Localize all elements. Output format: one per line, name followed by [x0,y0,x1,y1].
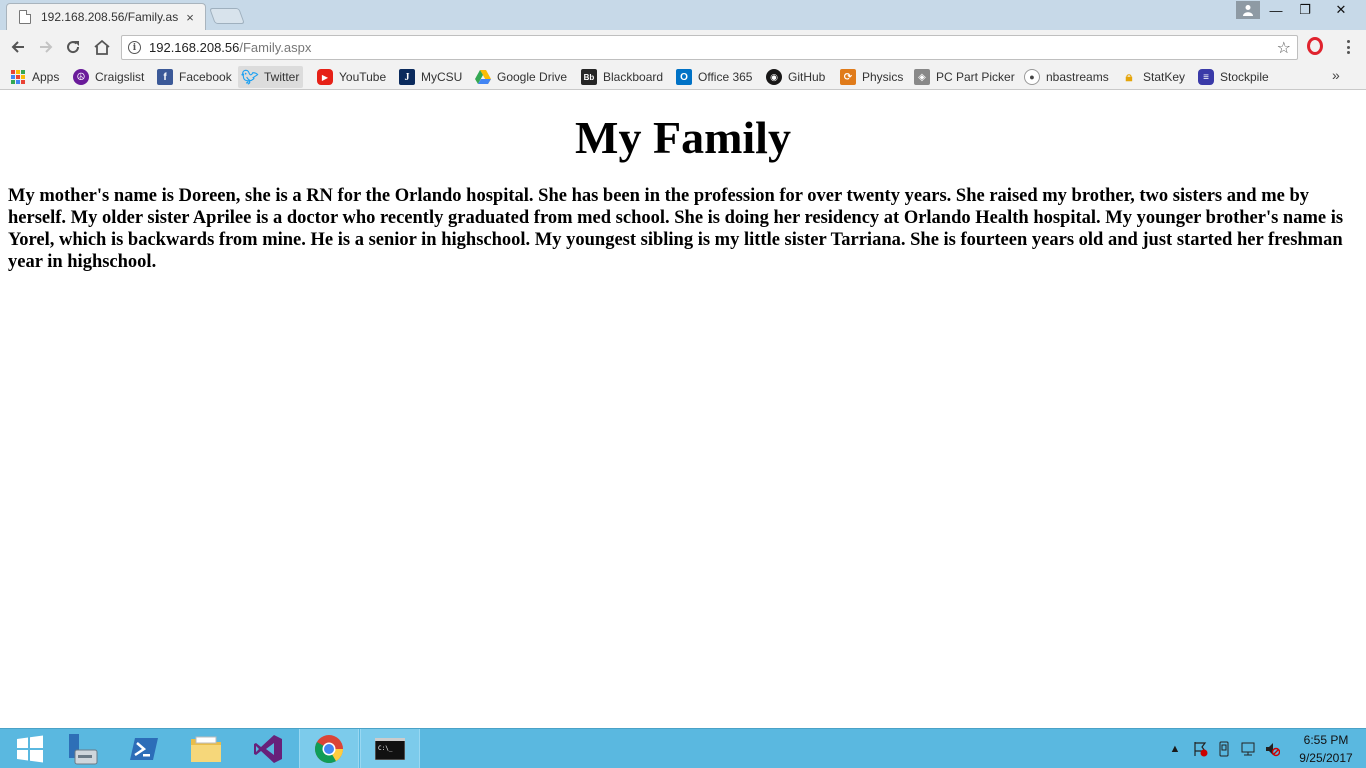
visual-studio-icon[interactable] [238,729,298,768]
bookmark-craigslist[interactable]: ☮ Craigslist [69,66,148,88]
volume-muted-icon[interactable] [1262,729,1282,768]
reddit-icon: ● [1024,69,1040,85]
chrome-icon[interactable] [299,729,359,768]
tab-title: 192.168.208.56/Family.as [41,10,179,24]
web-page: My Family My mother's name is Doreen, sh… [0,91,1366,728]
windows-taskbar: C:\_ ▲ 6:55 PM 9/25/2017 [0,728,1366,768]
device-icon[interactable] [1214,729,1234,768]
bookmark-youtube[interactable]: ▶ YouTube [313,66,390,88]
stockpile-icon: ≡ [1198,69,1214,85]
action-center-flag-icon[interactable] [1190,729,1210,768]
google-drive-icon [475,69,491,85]
profile-person-icon[interactable] [1236,1,1260,19]
bookmark-label: Office 365 [698,70,753,84]
bookmark-office-365[interactable]: O Office 365 [672,66,756,88]
bookmark-star-icon[interactable]: ☆ [1277,38,1291,58]
bookmark-label: Facebook [179,70,232,84]
bookmark-label: PC Part Picker [936,70,1015,84]
browser-tab[interactable]: 192.168.208.56/Family.as × [6,3,206,30]
facebook-icon: f [157,69,173,85]
bookmark-label: Craigslist [95,70,145,84]
browser-menu-icon[interactable] [1341,38,1355,56]
twitter-icon: 🐦︎ [241,68,259,85]
tab-close-button[interactable]: × [183,10,197,25]
site-info-icon[interactable]: i [128,41,141,54]
bookmark-apps[interactable]: Apps [6,66,63,88]
back-arrow-icon [11,41,24,53]
cmd-icon[interactable]: C:\_ [360,729,420,768]
reload-button[interactable] [63,37,83,57]
bookmark-label: Twitter [264,70,300,84]
show-hidden-icons-chevron-icon[interactable]: ▲ [1168,729,1182,768]
bookmark-label: Apps [32,70,60,84]
bookmark-label: StatKey [1143,70,1186,84]
apps-grid-icon [10,69,26,85]
bookmark-twitter[interactable]: 🐦︎ Twitter [238,66,304,88]
new-tab-button[interactable] [209,8,245,24]
home-button[interactable] [92,37,112,57]
url-host: 192.168.208.56 [149,40,240,55]
youtube-icon: ▶ [317,69,333,85]
bookmarks-bar: Apps ☮ Craigslist f Facebook 🐦︎ Twitter … [0,64,1366,90]
svg-text:C:\_: C:\_ [378,745,393,752]
github-icon: ◉ [766,69,782,85]
page-paragraph: My mother's name is Doreen, she is a RN … [8,186,1344,272]
reload-icon [67,41,80,54]
address-bar[interactable]: i 192.168.208.56/Family.aspx ☆ [121,35,1298,60]
restore-button[interactable]: ❐ [1291,0,1319,20]
bookmark-physics[interactable]: ⟳ Physics [836,66,907,88]
server-manager-icon[interactable] [52,729,112,768]
bookmark-label: YouTube [339,70,387,84]
page-heading: My Family [575,112,791,163]
bookmark-label: Stockpile [1220,70,1269,84]
file-explorer-icon[interactable] [176,729,236,768]
bookmark-blackboard[interactable]: Bb Blackboard [577,66,667,88]
pcpartpicker-icon: ◈ [914,69,930,85]
blackboard-icon: Bb [581,69,597,85]
bookmarks-overflow-chevron-icon[interactable]: » [1332,67,1340,83]
outlook-icon: O [676,69,692,85]
back-button[interactable] [8,37,28,57]
bookmark-label: MyCSU [421,70,463,84]
network-icon[interactable] [1238,729,1258,768]
forward-arrow-icon [40,41,53,53]
bookmark-facebook[interactable]: f Facebook [153,66,236,88]
minimize-button[interactable]: — [1262,0,1290,20]
windows-start-icon[interactable] [0,729,60,768]
system-clock[interactable]: 6:55 PM 9/25/2017 [1288,731,1364,767]
physics-icon: ⟳ [840,69,856,85]
bookmark-pc-part-picker[interactable]: ◈ PC Part Picker [910,66,1019,88]
bookmark-stockpile[interactable]: ≡ Stockpile [1194,66,1273,88]
bookmark-label: nbastreams [1046,70,1109,84]
bookmark-statkey[interactable]: 🔒︎ StatKey [1117,66,1189,88]
mycsu-icon: J [399,69,415,85]
close-window-button[interactable]: ✕ [1320,0,1362,20]
bookmark-label: Blackboard [603,70,664,84]
bookmark-nbastreams[interactable]: ● nbastreams [1020,66,1113,88]
bookmark-google-drive[interactable]: Google Drive [471,66,571,88]
title-bar: 192.168.208.56/Family.as × — ❐ ✕ [0,0,1366,30]
powershell-icon[interactable] [114,729,174,768]
peace-icon: ☮ [73,69,89,85]
clock-time: 6:55 PM [1303,733,1349,747]
bookmark-mycsu[interactable]: J MyCSU [395,66,466,88]
bookmark-github[interactable]: ◉ GitHub [762,66,829,88]
page-favicon-icon [19,10,31,24]
bookmark-label: GitHub [788,70,826,84]
forward-button[interactable] [36,37,56,57]
browser-toolbar: i 192.168.208.56/Family.aspx ☆ [0,30,1366,64]
lock-icon: 🔒︎ [1125,69,1133,84]
url-path: /Family.aspx [239,40,312,55]
bookmark-label: Physics [862,70,904,84]
home-icon [94,39,110,55]
clock-date: 9/25/2017 [1299,751,1353,765]
opera-extension-icon[interactable] [1307,37,1323,55]
bookmark-label: Google Drive [497,70,568,84]
